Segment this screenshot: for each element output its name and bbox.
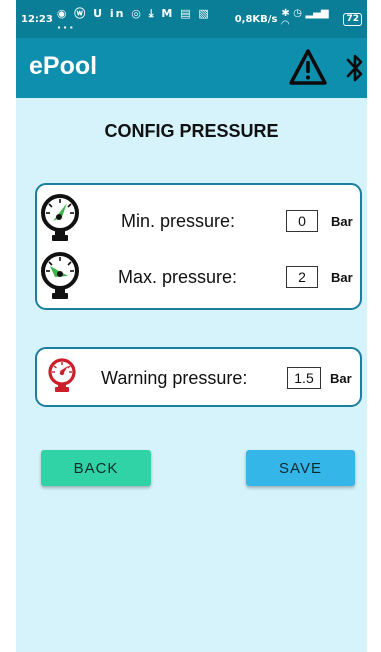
back-button[interactable]: BACK: [41, 450, 151, 486]
save-button[interactable]: SAVE: [246, 450, 355, 486]
pressure-gauge-icon: [41, 194, 79, 241]
warning-pressure-label: Warning pressure:: [101, 368, 248, 388]
battery-icon: 72: [343, 12, 362, 26]
warning-gauge-icon: [48, 358, 76, 392]
min-pressure-unit: Bar: [331, 214, 353, 229]
signal-icons: ✱ ◷ ▂▄▆ ◠: [281, 8, 329, 30]
page-title: CONFIG PRESSURE: [104, 121, 279, 141]
pressure-gauge-icon: [41, 252, 79, 299]
min-pressure-row: Min. pressure: 0 Bar: [37, 189, 360, 241]
app-bar: ePool: [16, 38, 367, 98]
min-pressure-label: Min. pressure:: [121, 211, 236, 231]
max-pressure-input[interactable]: 2: [286, 266, 318, 288]
pressure-range-card: Min. pressure: 0 Bar Max. pressure: 2 Ba…: [35, 183, 362, 310]
warning-pressure-card: Warning pressure: 1.5 Bar: [35, 347, 362, 407]
bluetooth-icon[interactable]: [346, 51, 364, 85]
app-title: ePool: [29, 52, 98, 80]
warning-triangle-icon[interactable]: [288, 48, 328, 86]
status-bar: 12:23 ◉ ⓦ U in ◎ ⤓ M ▤ ▧ ··· 0,8KB/s ✱ ◷…: [16, 0, 367, 38]
min-pressure-input[interactable]: 0: [286, 210, 318, 232]
network-speed: 0,8KB/s: [234, 13, 278, 25]
max-pressure-row: Max. pressure: 2 Bar: [37, 247, 360, 299]
max-pressure-unit: Bar: [331, 270, 353, 285]
status-time: 12:23: [21, 13, 53, 25]
app-screen: 12:23 ◉ ⓦ U in ◎ ⤓ M ▤ ▧ ··· 0,8KB/s ✱ ◷…: [16, 0, 367, 652]
warning-pressure-input[interactable]: 1.5: [287, 367, 321, 389]
notification-icons: ◉ ⓦ U in ◎ ⤓ M ▤ ▧ ···: [56, 6, 211, 34]
max-pressure-label: Max. pressure:: [118, 267, 238, 287]
warning-pressure-unit: Bar: [330, 371, 352, 386]
